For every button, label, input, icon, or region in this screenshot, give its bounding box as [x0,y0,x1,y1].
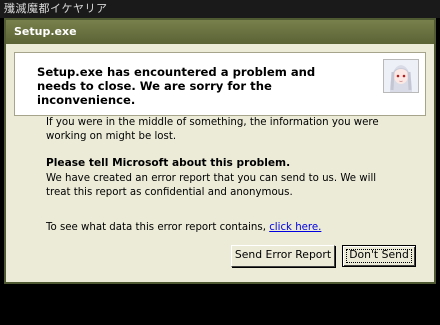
data-prompt-line: To see what data this error report conta… [46,221,396,235]
dialog-title: Setup.exe [14,25,77,38]
send-error-report-label: Send Error Report [234,248,332,261]
report-heading: Please tell Microsoft about this problem… [46,157,291,169]
dialog-titlebar[interactable]: Setup.exe [6,20,434,44]
dont-send-button[interactable]: Don't Send [342,245,416,267]
error-dialog: Setup.exe Setup.exe has encountered a pr… [4,18,436,284]
background-window-title: 殲滅魔都イケヤリア [4,2,108,15]
data-prompt-text: To see what data this error report conta… [46,222,270,233]
background-window-titlebar: 殲滅魔都イケヤリア [0,0,440,18]
report-text: We have created an error report that you… [46,173,377,198]
header-message: Setup.exe has encountered a problem and … [37,65,316,107]
dont-send-label: Don't Send [349,248,409,261]
click-here-link[interactable]: click here. [269,222,321,233]
send-error-report-button[interactable]: Send Error Report [231,245,335,267]
info-text: If you were in the middle of something, … [46,117,379,142]
dialog-header-panel: Setup.exe has encountered a problem and … [14,52,426,116]
character-portrait-icon [383,59,419,93]
